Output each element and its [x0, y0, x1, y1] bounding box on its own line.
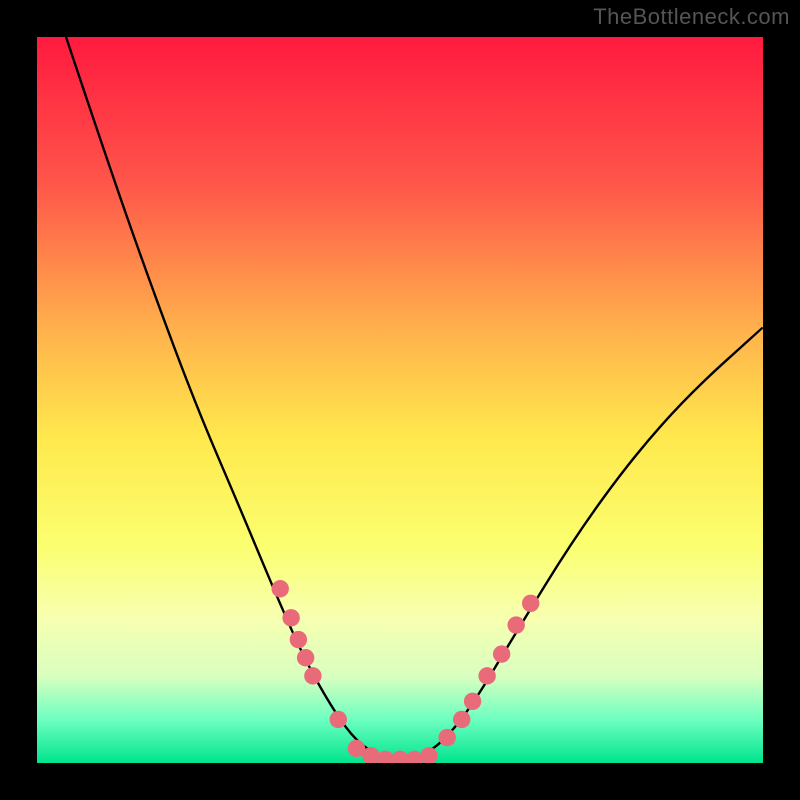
chart-frame: TheBottleneck.com [0, 0, 800, 800]
marker-dot [507, 616, 524, 633]
gradient-bg [37, 37, 763, 763]
marker-dot [438, 729, 455, 746]
marker-dot [282, 609, 299, 626]
marker-dot [478, 667, 495, 684]
watermark-text: TheBottleneck.com [593, 4, 790, 30]
marker-dot [522, 595, 539, 612]
marker-dot [453, 711, 470, 728]
marker-dot [297, 649, 314, 666]
marker-dot [304, 667, 321, 684]
marker-dot [271, 580, 288, 597]
chart-svg [37, 37, 763, 763]
marker-dot [493, 645, 510, 662]
plot-area [37, 37, 763, 763]
marker-dot [330, 711, 347, 728]
marker-dot [290, 631, 307, 648]
marker-dot [464, 693, 481, 710]
